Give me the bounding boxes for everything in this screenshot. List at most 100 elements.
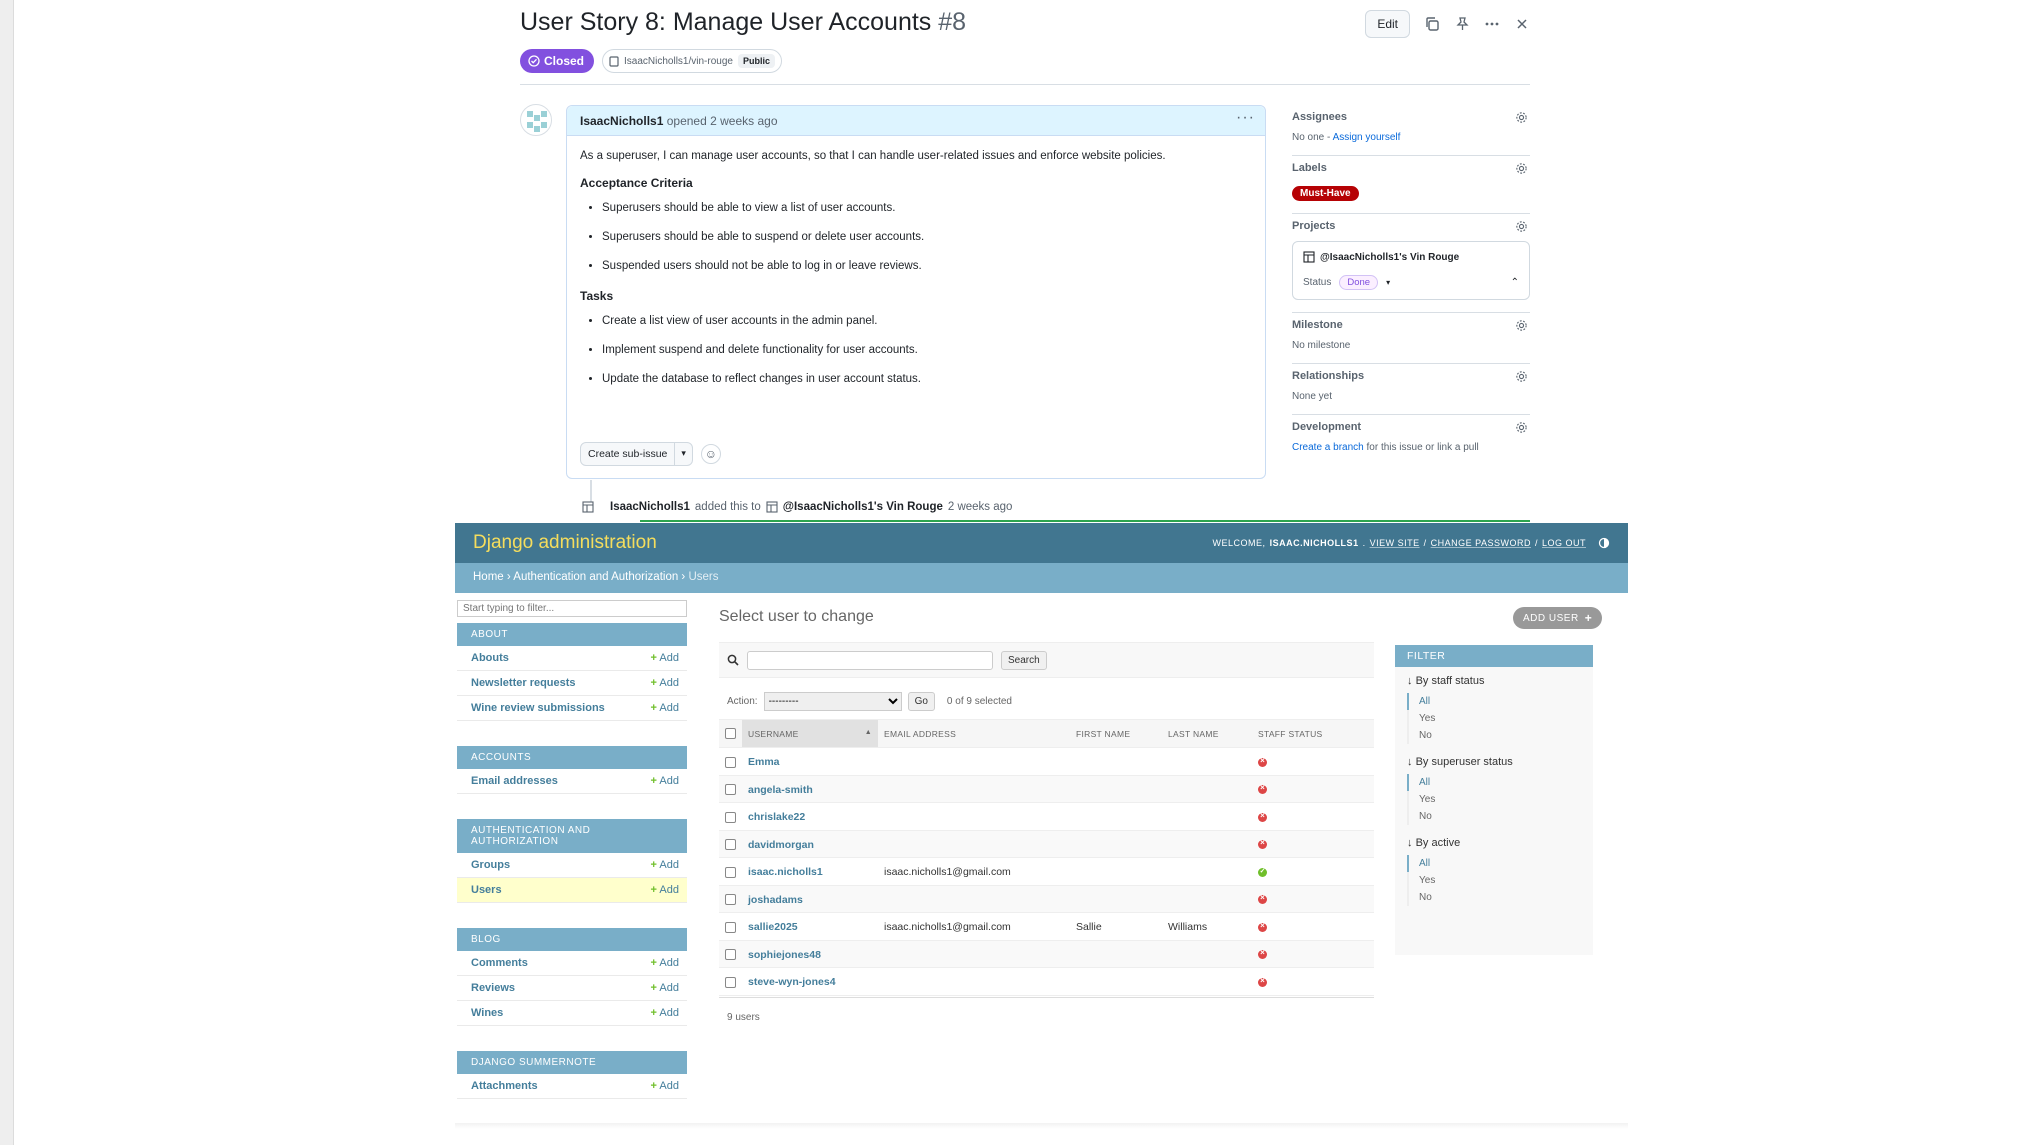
- create-branch-link[interactable]: Create a branch: [1292, 442, 1364, 453]
- project-name[interactable]: @IsaacNicholls1's Vin Rouge: [1320, 252, 1459, 263]
- search-input[interactable]: [747, 650, 993, 670]
- nav-item-attachments[interactable]: Attachments: [471, 1080, 538, 1092]
- username-link[interactable]: sallie2025: [748, 921, 798, 933]
- filter-option[interactable]: Yes: [1407, 872, 1581, 889]
- nav-filter-input[interactable]: [457, 600, 687, 617]
- comment-footer: Create sub-issue ▾ ☺: [580, 442, 721, 466]
- filter-option[interactable]: No: [1407, 727, 1581, 744]
- chevron-up-icon[interactable]: ⌃: [1511, 277, 1519, 288]
- row-checkbox[interactable]: [725, 894, 736, 906]
- nav-item-abouts[interactable]: Abouts: [471, 652, 509, 664]
- create-sub-issue-button[interactable]: Create sub-issue ▾: [580, 442, 693, 466]
- row-checkbox[interactable]: [725, 811, 736, 823]
- username-link[interactable]: angela-smith: [748, 784, 813, 796]
- add-link[interactable]: + Add: [651, 957, 679, 969]
- username-link[interactable]: steve-wyn-jones4: [748, 976, 836, 988]
- filter-option[interactable]: No: [1407, 808, 1581, 825]
- assign-yourself-link[interactable]: Assign yourself: [1333, 132, 1401, 143]
- username-link[interactable]: davidmorgan: [748, 839, 814, 851]
- row-checkbox[interactable]: [725, 839, 736, 851]
- row-checkbox[interactable]: [725, 976, 736, 988]
- list-item: Update the database to reflect changes i…: [602, 373, 1252, 385]
- criteria-list: Superusers should be able to view a list…: [580, 202, 1252, 272]
- repo-chip[interactable]: IsaacNicholls1/vin-rouge Public: [602, 49, 782, 73]
- go-button[interactable]: Go: [907, 692, 935, 711]
- add-link[interactable]: + Add: [651, 677, 679, 689]
- username-link[interactable]: isaac.nicholls1: [748, 866, 823, 878]
- nav-item-users[interactable]: Users: [471, 884, 502, 896]
- project-status-select[interactable]: Done: [1339, 275, 1379, 290]
- username-link[interactable]: Emma: [748, 756, 780, 768]
- add-link[interactable]: + Add: [651, 775, 679, 787]
- chevron-down-icon[interactable]: ▾: [1386, 278, 1390, 287]
- label-must-have[interactable]: Must-Have: [1292, 186, 1359, 201]
- add-link[interactable]: + Add: [651, 1007, 679, 1019]
- smiley-icon[interactable]: ☺: [700, 444, 721, 464]
- nav-item-email-addresses[interactable]: Email addresses: [471, 775, 558, 787]
- search-button[interactable]: Search: [1001, 650, 1047, 670]
- edit-button[interactable]: Edit: [1365, 10, 1410, 38]
- timeline-user[interactable]: IsaacNicholls1: [610, 501, 690, 513]
- add-link[interactable]: + Add: [651, 702, 679, 714]
- row-checkbox[interactable]: [725, 756, 736, 768]
- log-out-link[interactable]: LOG OUT: [1542, 538, 1586, 548]
- copy-icon[interactable]: [1424, 16, 1440, 32]
- theme-toggle-icon[interactable]: [1598, 537, 1610, 549]
- column-first-name[interactable]: FIRST NAME: [1070, 718, 1162, 749]
- filter-option[interactable]: All: [1407, 774, 1581, 791]
- nav-item-wines[interactable]: Wines: [471, 1007, 503, 1019]
- nav-item-newsletter-requests[interactable]: Newsletter requests: [471, 677, 576, 689]
- action-select[interactable]: ---------: [763, 692, 902, 711]
- view-site-link[interactable]: VIEW SITE: [1370, 538, 1420, 548]
- filter-option[interactable]: Yes: [1407, 791, 1581, 808]
- close-icon[interactable]: [1514, 16, 1530, 32]
- column-username[interactable]: USERNAME ▲: [742, 718, 878, 749]
- row-checkbox[interactable]: [725, 784, 736, 796]
- username-link[interactable]: chrislake22: [748, 811, 805, 823]
- add-link[interactable]: + Add: [651, 982, 679, 994]
- column-email[interactable]: EMAIL ADDRESS: [878, 718, 1070, 749]
- comment-author[interactable]: IsaacNicholls1: [580, 114, 663, 128]
- filter-active: ↓ By active All Yes No: [1395, 829, 1593, 910]
- row-checkbox[interactable]: [725, 921, 736, 933]
- username-link[interactable]: joshadams: [748, 894, 803, 906]
- filter-option[interactable]: No: [1407, 889, 1581, 906]
- chevron-down-icon[interactable]: ▾: [674, 443, 692, 465]
- gear-icon[interactable]: [1515, 162, 1528, 175]
- change-password-link[interactable]: CHANGE PASSWORD: [1431, 538, 1531, 548]
- add-link[interactable]: + Add: [651, 652, 679, 664]
- column-staff-status[interactable]: STAFF STATUS: [1252, 718, 1374, 749]
- filter-title: FILTER: [1395, 645, 1593, 667]
- gear-icon[interactable]: [1515, 421, 1528, 434]
- row-checkbox[interactable]: [725, 866, 736, 878]
- filter-option[interactable]: Yes: [1407, 710, 1581, 727]
- pin-icon[interactable]: [1454, 16, 1470, 32]
- filter-option[interactable]: All: [1407, 855, 1581, 872]
- row-checkbox[interactable]: [725, 949, 736, 961]
- nav-item-comments[interactable]: Comments: [471, 957, 528, 969]
- select-all-checkbox[interactable]: [725, 728, 736, 740]
- site-branding[interactable]: Django administration: [473, 532, 657, 554]
- timeline-project[interactable]: @IsaacNicholls1's Vin Rouge: [783, 501, 943, 513]
- gear-icon[interactable]: [1515, 370, 1528, 383]
- add-user-button[interactable]: ADD USER +: [1513, 607, 1603, 629]
- nav-item-wine-review-submissions[interactable]: Wine review submissions: [471, 702, 605, 714]
- gear-icon[interactable]: [1515, 319, 1528, 332]
- gear-icon[interactable]: [1515, 220, 1528, 233]
- table-row: isaac.nicholls1 isaac.nicholls1@gmail.com: [719, 857, 1374, 886]
- filter-option[interactable]: All: [1407, 693, 1581, 710]
- more-options-icon[interactable]: [1484, 16, 1500, 32]
- column-last-name[interactable]: LAST NAME: [1162, 718, 1252, 749]
- gear-icon[interactable]: [1515, 111, 1528, 124]
- breadcrumb-home[interactable]: Home: [473, 571, 504, 583]
- avatar[interactable]: [520, 104, 552, 136]
- add-link[interactable]: + Add: [651, 884, 679, 896]
- add-link[interactable]: + Add: [651, 859, 679, 871]
- add-link[interactable]: + Add: [651, 1080, 679, 1092]
- comment-options-icon[interactable]: ···: [1236, 109, 1255, 127]
- no-icon: [1258, 921, 1267, 932]
- breadcrumb-auth[interactable]: Authentication and Authorization: [513, 571, 678, 583]
- nav-item-groups[interactable]: Groups: [471, 859, 510, 871]
- nav-item-reviews[interactable]: Reviews: [471, 982, 515, 994]
- username-link[interactable]: sophiejones48: [748, 949, 821, 961]
